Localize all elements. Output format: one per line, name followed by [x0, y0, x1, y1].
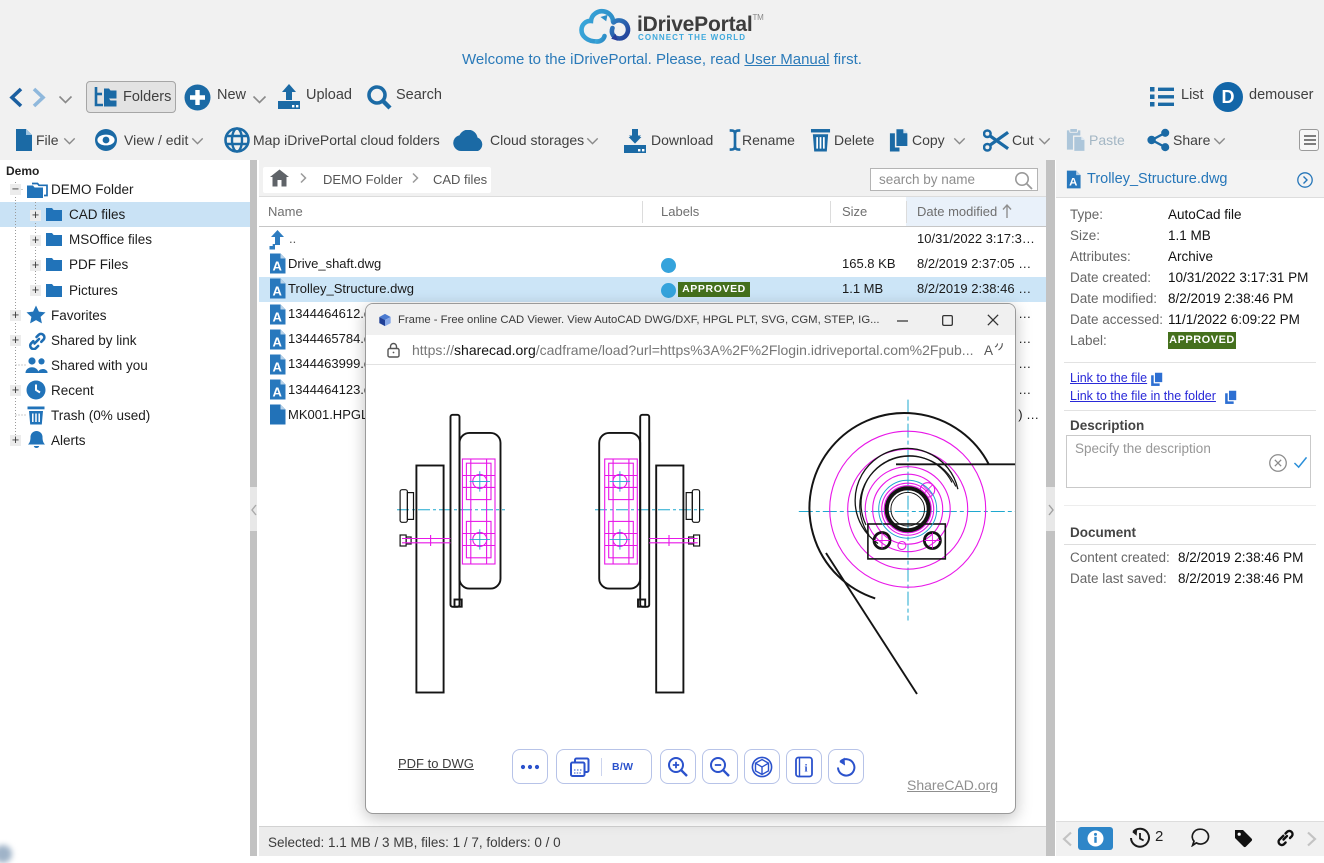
svg-text:i: i — [804, 763, 807, 775]
